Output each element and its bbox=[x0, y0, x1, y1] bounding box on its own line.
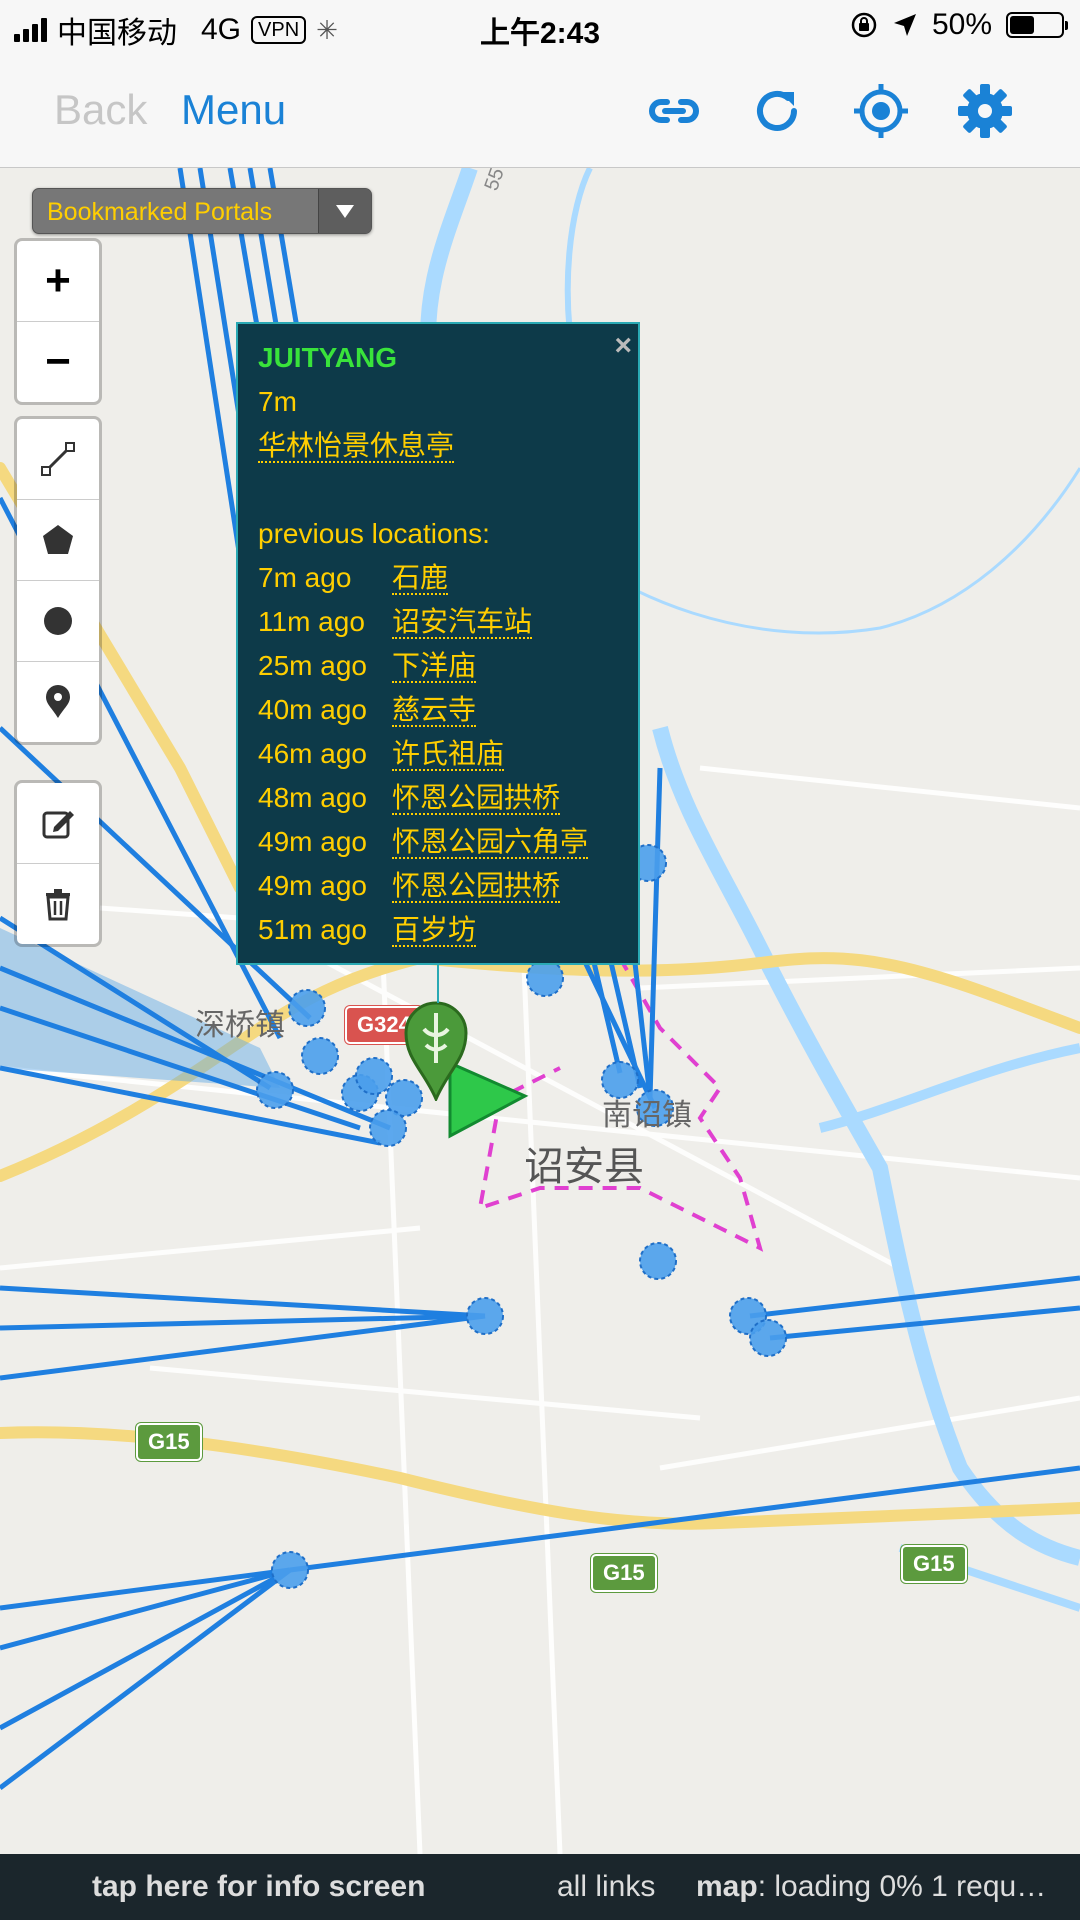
nav-bar: Back Menu bbox=[0, 54, 1080, 168]
circle-icon bbox=[44, 607, 72, 635]
history-time: 40m ago bbox=[258, 694, 367, 725]
refresh-icon[interactable] bbox=[748, 82, 806, 140]
delete-layers-button[interactable] bbox=[17, 864, 99, 944]
history-row: 7m ago 石鹿 bbox=[258, 556, 618, 600]
history-row: 11m ago 诏安汽车站 bbox=[258, 600, 618, 644]
location-arrow-icon bbox=[893, 14, 916, 36]
gear-icon[interactable] bbox=[956, 82, 1014, 140]
enlightened-faction-icon bbox=[404, 1001, 468, 1103]
draw-circle-button[interactable] bbox=[17, 581, 99, 662]
bookmarks-layer-select[interactable]: Bookmarked Portals bbox=[32, 188, 372, 234]
history-row: 49m ago 怀恩公园拱桥 bbox=[258, 864, 618, 908]
history-row: 40m ago 慈云寺 bbox=[258, 688, 618, 732]
polygon-icon bbox=[43, 525, 73, 554]
agent-name[interactable]: JUITYANG bbox=[258, 336, 618, 380]
last-seen-age: 7m bbox=[258, 386, 297, 417]
road-shield-g15: G15 bbox=[136, 1423, 202, 1461]
history-portal-link[interactable]: 慈云寺 bbox=[392, 694, 477, 727]
history-portal-link[interactable]: 怀恩公园拱桥 bbox=[392, 870, 561, 903]
link-icon[interactable] bbox=[645, 82, 703, 140]
edit-layers-button[interactable] bbox=[17, 783, 99, 864]
history-portal-link[interactable]: 下洋庙 bbox=[392, 650, 477, 683]
history-time: 11m ago bbox=[258, 606, 365, 637]
back-button[interactable]: Back bbox=[54, 86, 147, 134]
battery-percent: 50% bbox=[931, 8, 992, 41]
history-row: 25m ago 下洋庙 bbox=[258, 644, 618, 688]
menu-button[interactable]: Menu bbox=[181, 86, 286, 134]
close-icon[interactable]: × bbox=[614, 324, 632, 368]
links-status: all links bbox=[557, 1870, 656, 1903]
history-time: 46m ago bbox=[258, 738, 367, 769]
marker-icon bbox=[46, 685, 70, 718]
dropdown-arrow-icon[interactable] bbox=[318, 189, 371, 233]
bottom-status-bar: tap here for info screen all links map: … bbox=[0, 1854, 1080, 1920]
zoom-control: + − bbox=[14, 238, 102, 405]
zoom-out-button[interactable]: − bbox=[17, 322, 99, 402]
popup-tip bbox=[437, 961, 439, 1003]
agent-marker[interactable] bbox=[404, 1001, 468, 1103]
map-view[interactable]: 深桥镇 南诏镇 诏安县 G324 G15 G15 G15 55 Bookmark… bbox=[0, 168, 1080, 1854]
player-popup: × JUITYANG 7m 华林怡景休息亭 previous locations… bbox=[236, 322, 640, 965]
edit-icon bbox=[42, 811, 74, 839]
history-portal-link[interactable]: 怀恩公园六角亭 bbox=[392, 826, 589, 859]
draw-marker-button[interactable] bbox=[17, 662, 99, 742]
road-shield-g15: G15 bbox=[901, 1545, 967, 1583]
history-portal-link[interactable]: 石鹿 bbox=[392, 562, 449, 595]
history-time: 49m ago bbox=[258, 826, 367, 857]
history-time: 25m ago bbox=[258, 650, 367, 681]
zoom-in-button[interactable]: + bbox=[17, 241, 99, 322]
history-time: 7m ago bbox=[258, 562, 352, 593]
trash-icon bbox=[46, 889, 70, 921]
map-status-key: map bbox=[696, 1870, 758, 1903]
county-label: 诏安县 bbox=[524, 1145, 644, 1189]
town-label: 南诏镇 bbox=[602, 1099, 692, 1132]
draw-toolbar bbox=[14, 416, 102, 745]
history-portal-link[interactable]: 怀恩公园拱桥 bbox=[392, 782, 561, 815]
battery-icon bbox=[1006, 12, 1068, 38]
rotation-lock-icon bbox=[851, 12, 877, 38]
status-bar: 中国移动 4G VPN ✳ 上午2:43 50% bbox=[0, 0, 1080, 54]
edit-toolbar bbox=[14, 780, 102, 947]
polyline-icon bbox=[41, 442, 75, 476]
history-row: 46m ago 许氏祖庙 bbox=[258, 732, 618, 776]
history-time: 51m ago bbox=[258, 914, 367, 945]
draw-polyline-button[interactable] bbox=[17, 419, 99, 500]
history-portal-link[interactable]: 许氏祖庙 bbox=[392, 738, 505, 771]
info-screen-button[interactable]: tap here for info screen bbox=[92, 1870, 425, 1904]
history-time: 48m ago bbox=[258, 782, 367, 813]
bookmarks-layer-label: Bookmarked Portals bbox=[47, 198, 273, 226]
history-portal-link[interactable]: 百岁坊 bbox=[392, 914, 477, 947]
history-row: 51m ago 百岁坊 bbox=[258, 908, 618, 952]
history-row: 48m ago 怀恩公园拱桥 bbox=[258, 776, 618, 820]
map-status-text: : loading 0% 1 requ… bbox=[757, 1870, 1047, 1903]
history-row: 49m ago 怀恩公园六角亭 bbox=[258, 820, 618, 864]
locate-icon[interactable] bbox=[852, 82, 910, 140]
history-title: previous locations: bbox=[258, 518, 490, 549]
road-shield-g15: G15 bbox=[591, 1554, 657, 1592]
location-history-list: 7m ago 石鹿 11m ago 诏安汽车站 25m ago 下洋庙 40m ago 慈云寺… bbox=[258, 556, 618, 952]
history-portal-link[interactable]: 诏安汽车站 bbox=[392, 606, 533, 639]
history-time: 49m ago bbox=[258, 870, 367, 901]
map-status: map: loading 0% 1 requ… bbox=[696, 1870, 1046, 1904]
town-label: 深桥镇 bbox=[195, 1009, 285, 1042]
current-portal-link[interactable]: 华林怡景休息亭 bbox=[258, 430, 455, 463]
draw-polygon-button[interactable] bbox=[17, 500, 99, 581]
